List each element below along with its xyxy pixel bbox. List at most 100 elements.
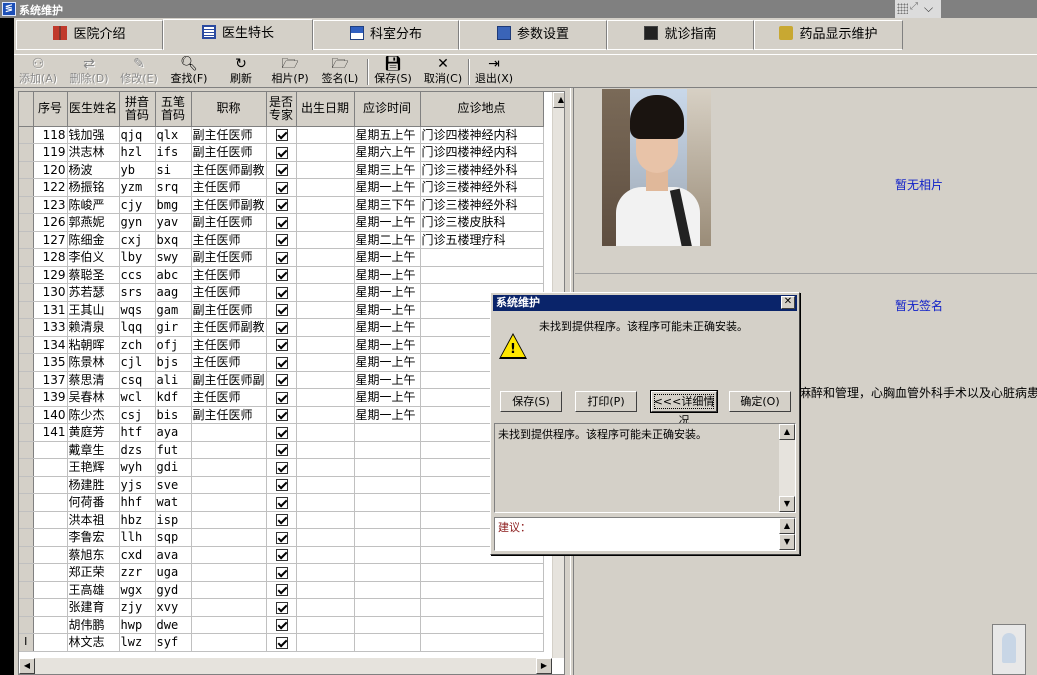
table-cell[interactable]: 门诊三楼皮肤科 — [420, 213, 544, 232]
cancel-button[interactable]: ✕ 取消(C) — [422, 56, 464, 88]
table-cell[interactable] — [420, 248, 544, 267]
expert-checkbox-cell[interactable] — [266, 213, 297, 232]
table-cell[interactable]: cxj — [119, 231, 156, 249]
scroll-up-icon[interactable]: ▲ — [779, 424, 795, 440]
table-cell[interactable] — [33, 616, 68, 634]
table-cell[interactable]: aag — [155, 283, 192, 302]
table-cell[interactable]: 主任医师 — [191, 266, 267, 284]
table-cell[interactable]: 门诊三楼神经外科 — [420, 178, 544, 197]
table-cell[interactable]: syf — [155, 633, 192, 652]
table-cell[interactable]: 胡伟鹏 — [67, 616, 120, 634]
checkbox-checked-icon[interactable] — [275, 619, 288, 632]
row-indicator[interactable] — [19, 266, 34, 284]
table-cell[interactable]: 洪本祖 — [67, 511, 120, 529]
table-cell[interactable]: 张建育 — [67, 598, 120, 617]
tab-visit-guide[interactable]: 就诊指南 — [607, 20, 754, 50]
delete-button[interactable]: ⇄ 删除(D) — [68, 56, 110, 88]
table-row[interactable]: 洪本祖 hbz isp — [19, 511, 544, 529]
row-indicator[interactable] — [19, 458, 34, 477]
scroll-up-icon[interactable]: ▲ — [779, 518, 795, 534]
dialog-save-button[interactable]: 保存(S) — [500, 391, 562, 412]
table-cell[interactable]: 星期一上午 — [354, 213, 421, 232]
table-cell[interactable]: 林文志 — [67, 633, 120, 652]
row-indicator[interactable] — [19, 528, 34, 547]
table-cell[interactable] — [191, 476, 267, 494]
table-cell[interactable] — [296, 633, 355, 652]
table-cell[interactable] — [354, 563, 421, 582]
table-row[interactable]: 134 粘朝晖 zch ofj 主任医师 星期一上午 — [19, 336, 544, 354]
table-cell[interactable]: csq — [119, 371, 156, 389]
table-cell[interactable] — [296, 493, 355, 512]
table-row[interactable]: 126 郭燕妮 gyn yav 副主任医师 星期一上午 门诊三楼皮肤科 — [19, 213, 544, 232]
scroll-left-icon[interactable]: ◀ — [19, 658, 35, 674]
table-cell[interactable]: 星期一上午 — [354, 178, 421, 197]
table-cell[interactable]: 郑正荣 — [67, 563, 120, 582]
table-cell[interactable] — [191, 598, 267, 617]
table-cell[interactable]: srs — [119, 283, 156, 302]
table-cell[interactable]: 黄庭芳 — [67, 423, 120, 442]
scroll-down-icon[interactable]: ▼ — [779, 496, 795, 512]
save-button[interactable]: 💾︎ 保存(S) — [372, 56, 414, 88]
row-indicator[interactable] — [19, 178, 34, 197]
table-cell[interactable]: 副主任医师 — [191, 126, 267, 144]
table-cell[interactable]: cjy — [119, 196, 156, 214]
row-indicator[interactable] — [19, 283, 34, 302]
checkbox-checked-icon[interactable] — [275, 356, 288, 369]
table-cell[interactable]: 127 — [33, 231, 68, 249]
table-cell[interactable]: 134 — [33, 336, 68, 354]
expert-checkbox-cell[interactable] — [266, 493, 297, 512]
table-row[interactable]: 王高雄 wgx gyd — [19, 581, 544, 599]
table-cell[interactable]: 122 — [33, 178, 68, 197]
table-row[interactable]: 王艳辉 wyh gdi — [19, 458, 544, 477]
table-cell[interactable]: zjy — [119, 598, 156, 617]
table-cell[interactable]: 星期一上午 — [354, 283, 421, 302]
table-cell[interactable]: ccs — [119, 266, 156, 284]
find-button[interactable]: 🔍︎ 查找(F) — [168, 56, 210, 88]
table-cell[interactable]: 119 — [33, 143, 68, 162]
table-cell[interactable]: gyn — [119, 213, 156, 232]
row-indicator[interactable] — [19, 161, 34, 179]
table-cell[interactable]: yzm — [119, 178, 156, 197]
table-cell[interactable] — [354, 598, 421, 617]
table-row[interactable]: 130 苏若瑟 srs aag 主任医师 星期一上午 — [19, 283, 544, 302]
column-header[interactable]: 医生姓名 — [67, 92, 120, 127]
table-cell[interactable]: lwz — [119, 633, 156, 652]
checkbox-checked-icon[interactable] — [275, 566, 288, 579]
detail-scrollbar[interactable]: ▲ ▼ — [779, 424, 795, 512]
table-cell[interactable] — [354, 493, 421, 512]
expert-checkbox-cell[interactable] — [266, 126, 297, 144]
table-cell[interactable]: 133 — [33, 318, 68, 337]
table-cell[interactable] — [420, 266, 544, 284]
table-row[interactable]: 123 陈峻严 cjy bmg 主任医师副教 星期三下午 门诊三楼神经外科 — [19, 196, 544, 214]
table-cell[interactable]: bjs — [155, 353, 192, 372]
table-cell[interactable] — [354, 546, 421, 564]
table-cell[interactable] — [296, 196, 355, 214]
expert-checkbox-cell[interactable] — [266, 318, 297, 337]
table-cell[interactable]: zzr — [119, 563, 156, 582]
table-cell[interactable]: 139 — [33, 388, 68, 407]
checkbox-checked-icon[interactable] — [275, 426, 288, 439]
checkbox-checked-icon[interactable] — [275, 514, 288, 527]
column-header[interactable]: 出生日期 — [296, 92, 355, 127]
table-cell[interactable] — [296, 318, 355, 337]
table-cell[interactable]: 主任医师 — [191, 353, 267, 372]
table-cell[interactable]: ofj — [155, 336, 192, 354]
table-cell[interactable]: gir — [155, 318, 192, 337]
table-cell[interactable]: 副主任医师 — [191, 301, 267, 319]
table-row[interactable]: 119 洪志林 hzl ifs 副主任医师 星期六上午 门诊四楼神经内科 — [19, 143, 544, 162]
table-cell[interactable]: 陈少杰 — [67, 406, 120, 424]
row-indicator[interactable] — [19, 371, 34, 389]
table-row[interactable]: 戴章生 dzs fut — [19, 441, 544, 459]
table-cell[interactable]: 陈细金 — [67, 231, 120, 249]
row-indicator[interactable] — [19, 476, 34, 494]
table-cell[interactable]: abc — [155, 266, 192, 284]
column-header[interactable]: 五笔首码 — [155, 92, 192, 127]
table-cell[interactable]: 星期一上午 — [354, 406, 421, 424]
table-cell[interactable] — [33, 476, 68, 494]
table-cell[interactable] — [420, 563, 544, 582]
table-cell[interactable]: 126 — [33, 213, 68, 232]
table-cell[interactable] — [33, 493, 68, 512]
table-cell[interactable]: 郭燕妮 — [67, 213, 120, 232]
table-row[interactable]: 141 黄庭芳 htf aya — [19, 423, 544, 442]
table-cell[interactable]: dzs — [119, 441, 156, 459]
